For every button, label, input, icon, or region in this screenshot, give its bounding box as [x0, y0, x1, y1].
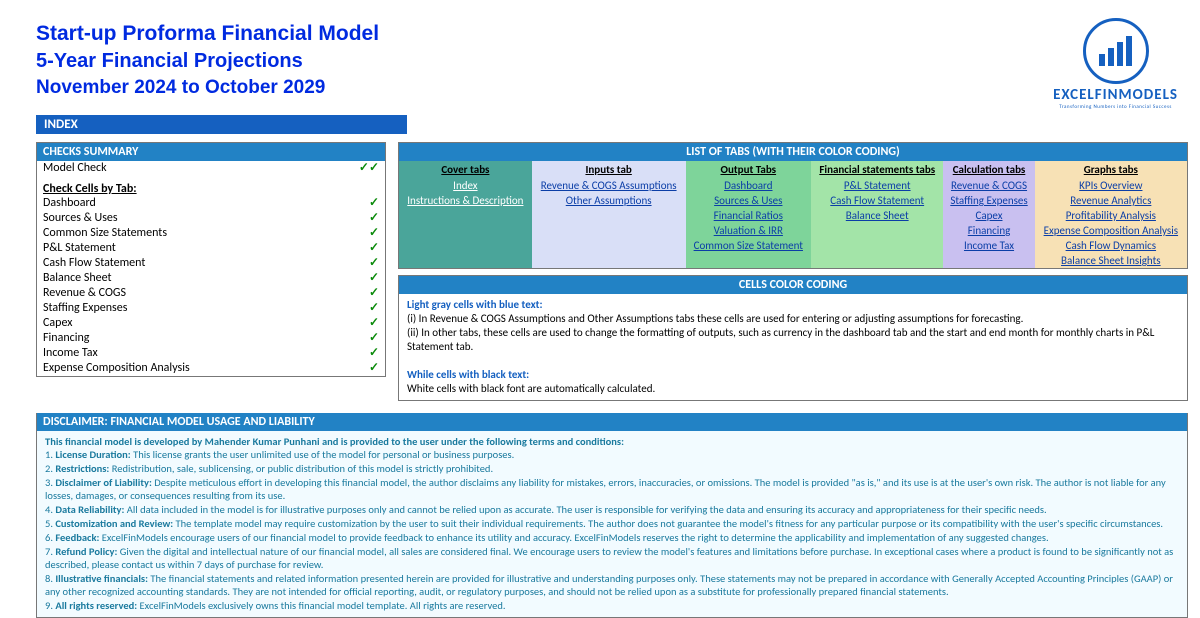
tab-link[interactable]: KPIs Overview — [1079, 179, 1142, 192]
check-row: Dashboard✓ — [37, 196, 385, 211]
tab-link[interactable]: Revenue & COGS Assumptions — [541, 179, 677, 192]
check-row: Sources & Uses✓ — [37, 211, 385, 226]
tab-link[interactable]: P&L Statement — [844, 179, 911, 192]
index-section-header: INDEX — [36, 115, 407, 134]
check-by-tab-title: Check Cells by Tab: — [37, 182, 385, 196]
check-icon: ✓✓ — [359, 161, 379, 176]
check-row: Income Tax✓ — [37, 346, 385, 361]
check-icon: ✓ — [369, 256, 379, 271]
tab-link[interactable]: Financial Ratios — [714, 209, 783, 222]
tab-link[interactable]: Valuation & IRR — [714, 224, 783, 237]
tab-link[interactable]: Capex — [976, 209, 1003, 222]
title-sub: 5-Year Financial Projections — [36, 50, 1200, 73]
check-icon: ✓ — [369, 271, 379, 286]
tab-link[interactable]: Instructions & Description — [407, 194, 523, 207]
check-icon: ✓ — [369, 316, 379, 331]
tab-link[interactable]: Expense Composition Analysis — [1044, 224, 1178, 237]
checks-summary-header: CHECKS SUMMARY — [37, 143, 385, 161]
tab-link[interactable]: Revenue & COGS — [951, 179, 1027, 192]
tab-link[interactable]: Dashboard — [724, 179, 772, 192]
checks-summary-box: CHECKS SUMMARY Model Check✓✓ Check Cells… — [36, 142, 386, 377]
check-row: Financing✓ — [37, 331, 385, 346]
logo-name: EXCELFINMODELS — [1053, 86, 1178, 104]
disclaimer-item: 4. Data Reliability: All data included i… — [45, 503, 1179, 516]
check-icon: ✓ — [369, 241, 379, 256]
tab-link[interactable]: Common Size Statement — [694, 239, 803, 252]
check-row: Capex✓ — [37, 316, 385, 331]
tab-link[interactable]: Other Assumptions — [566, 194, 652, 207]
check-row: Staffing Expenses✓ — [37, 301, 385, 316]
check-row: Balance Sheet✓ — [37, 271, 385, 286]
disclaimer-item: 2. Restrictions: Redistribution, sale, s… — [45, 462, 1179, 475]
disclaimer-item: 3. Disclaimer of Liability: Despite meti… — [45, 476, 1179, 502]
title-main: Start-up Proforma Financial Model — [36, 22, 1200, 46]
disclaimer-item: 7. Refund Policy: Given the digital and … — [45, 545, 1179, 571]
model-check-row: Model Check✓✓ — [37, 161, 385, 176]
tab-link[interactable]: Profitability Analysis — [1066, 209, 1156, 222]
disclaimer-header: DISCLAIMER: FINANCIAL MODEL USAGE AND LI… — [37, 413, 1187, 431]
tab-link[interactable]: Income Tax — [964, 239, 1014, 252]
check-icon: ✓ — [369, 196, 379, 211]
list-of-tabs-box: LIST OF TABS (WITH THEIR COLOR CODING) C… — [398, 142, 1188, 269]
tab-link[interactable]: Cash Flow Statement — [830, 194, 924, 207]
title-period: November 2024 to October 2029 — [36, 77, 1200, 99]
check-icon: ✓ — [369, 301, 379, 316]
check-icon: ✓ — [369, 286, 379, 301]
logo-chart-icon — [1083, 18, 1149, 84]
disclaimer-item: 8. Illustrative financials: The financia… — [45, 572, 1179, 598]
check-row: Revenue & COGS✓ — [37, 286, 385, 301]
cells-color-coding-box: CELLS COLOR CODING Light gray cells with… — [398, 275, 1188, 401]
disclaimer-item: 5. Customization and Review: The templat… — [45, 517, 1179, 530]
tab-link[interactable]: Sources & Uses — [714, 194, 782, 207]
disclaimer-item: 6. Feedback: ExcelFinModels encourage us… — [45, 531, 1179, 544]
disclaimer-item: 9. All rights reserved: ExcelFinModels e… — [45, 599, 1179, 612]
disclaimer-box: DISCLAIMER: FINANCIAL MODEL USAGE AND LI… — [36, 413, 1188, 618]
tab-link[interactable]: Index — [453, 179, 477, 192]
check-row: Expense Composition Analysis✓ — [37, 361, 385, 376]
disclaimer-item: 1. License Duration: This license grants… — [45, 448, 1179, 461]
brand-logo: EXCELFINMODELS Transforming Numbers into… — [1053, 18, 1178, 110]
check-row: P&L Statement✓ — [37, 241, 385, 256]
check-icon: ✓ — [369, 211, 379, 226]
check-icon: ✓ — [369, 361, 379, 376]
tabs-table: Cover tabsInputs tabOutput TabsFinancial… — [399, 161, 1187, 268]
list-of-tabs-header: LIST OF TABS (WITH THEIR COLOR CODING) — [399, 143, 1187, 161]
tab-link[interactable]: Balance Sheet Insights — [1061, 254, 1161, 267]
tab-link[interactable]: Financing — [968, 224, 1011, 237]
coding-header: CELLS COLOR CODING — [399, 276, 1187, 294]
tab-link[interactable]: Revenue Analytics — [1070, 194, 1151, 207]
tab-link[interactable]: Staffing Expenses — [950, 194, 1027, 207]
check-icon: ✓ — [369, 331, 379, 346]
check-icon: ✓ — [369, 346, 379, 361]
check-icon: ✓ — [369, 226, 379, 241]
page-header: Start-up Proforma Financial Model 5-Year… — [0, 0, 1200, 111]
tab-link[interactable]: Balance Sheet — [846, 209, 909, 222]
tab-link[interactable]: Cash Flow Dynamics — [1066, 239, 1156, 252]
check-row: Common Size Statements✓ — [37, 226, 385, 241]
logo-tagline: Transforming Numbers into Financial Succ… — [1053, 104, 1178, 110]
check-row: Cash Flow Statement✓ — [37, 256, 385, 271]
